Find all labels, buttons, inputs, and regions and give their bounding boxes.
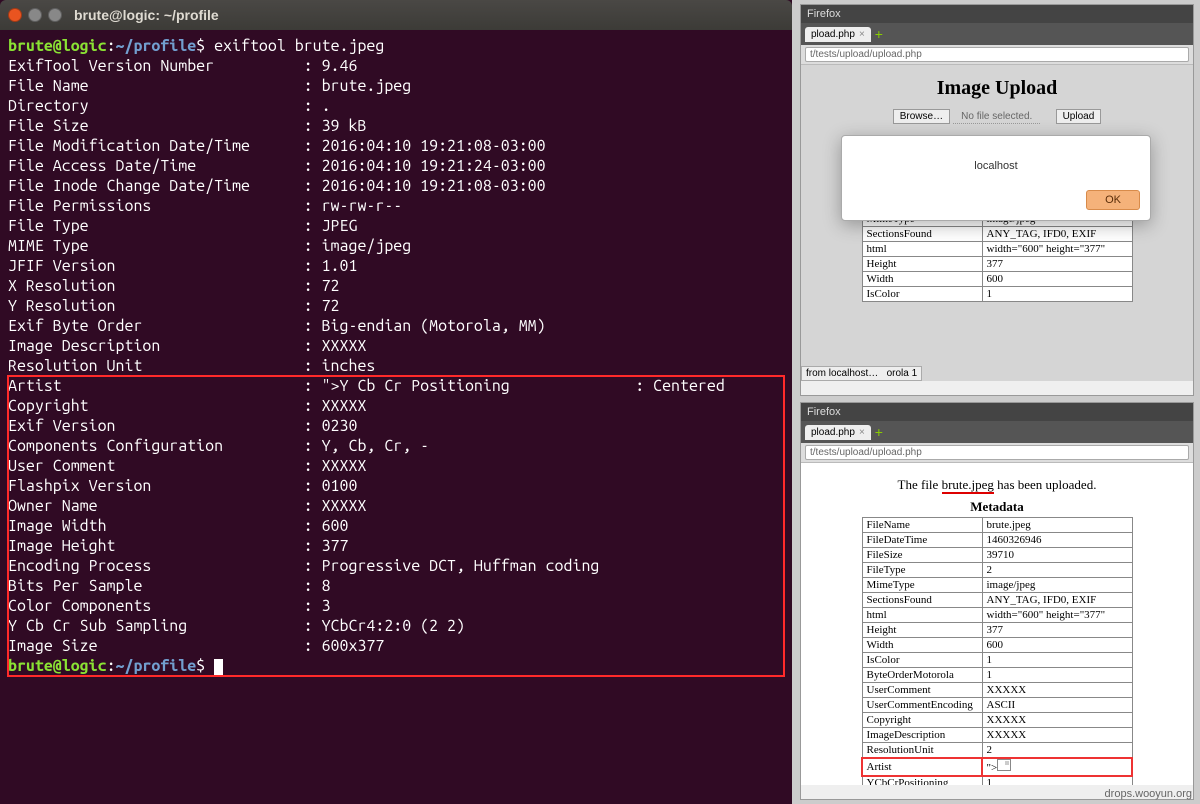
minimize-icon[interactable] (28, 8, 42, 22)
browser-tab[interactable]: pload.php × (805, 27, 871, 42)
table-row: UserCommentXXXXX (862, 683, 1132, 698)
terminal-titlebar: brute@logic: ~/profile (0, 0, 792, 30)
metadata-caption: Metadata (809, 499, 1185, 515)
browser-window-bottom: Firefox pload.php × + t/tests/upload/upl… (800, 402, 1194, 800)
url-input[interactable]: t/tests/upload/upload.php (805, 445, 1189, 460)
broken-image-icon (997, 759, 1011, 771)
page-title: Image Upload (809, 77, 1185, 100)
alert-ok-button[interactable]: OK (1086, 190, 1140, 210)
browser-content: The file brute.jpeg has been uploaded. M… (801, 463, 1193, 785)
table-row: MimeTypeimage/jpeg (862, 578, 1132, 593)
table-row: FileNamebrute.jpeg (862, 518, 1132, 533)
table-row: htmlwidth="600" height="377" (862, 242, 1132, 257)
file-status: No file selected. (953, 110, 1040, 124)
table-row: FileSize39710 (862, 548, 1132, 563)
alert-dialog: localhost OK (841, 135, 1151, 221)
table-row: CopyrightXXXXX (862, 713, 1132, 728)
table-row: IsColor1 (862, 653, 1132, 668)
tab-label: pload.php (811, 427, 855, 438)
maximize-icon[interactable] (48, 8, 62, 22)
browser-tabstrip: pload.php × + (801, 421, 1193, 443)
browser-titlebar: Firefox (801, 403, 1193, 421)
table-row: htmlwidth="600" height="377" (862, 608, 1132, 623)
upload-button[interactable]: Upload (1056, 109, 1102, 124)
table-row: Width600 (862, 272, 1132, 287)
terminal-body[interactable]: brute@logic:~/profile$ exiftool brute.jp… (0, 30, 792, 682)
watermark: drops.wooyun.org (1105, 788, 1192, 800)
tab-close-icon[interactable]: × (859, 29, 865, 40)
browser-titlebar: Firefox (801, 5, 1193, 23)
upload-controls: Browse… No file selected. Upload (809, 110, 1185, 122)
table-row: ResolutionUnit2 (862, 743, 1132, 758)
tab-close-icon[interactable]: × (859, 427, 865, 438)
table-row: Height377 (862, 623, 1132, 638)
terminal-title: brute@logic: ~/profile (74, 7, 219, 23)
table-row: Height377 (862, 257, 1132, 272)
uploaded-filename: brute.jpeg (942, 477, 994, 494)
table-row: YCbCrPositioning1 (862, 776, 1132, 786)
new-tab-icon[interactable]: + (875, 424, 883, 440)
browser-content: Image Upload Browse… No file selected. U… (801, 65, 1193, 381)
table-row: FileDateTime1460326946 (862, 533, 1132, 548)
table-row: FileType2 (862, 563, 1132, 578)
metadata-table: FileNamebrute.jpegFileDateTime1460326946… (862, 517, 1133, 785)
table-row: SectionsFoundANY_TAG, IFD0, EXIF (862, 593, 1132, 608)
browser-status: from localhost… orola 1 (801, 366, 922, 381)
tab-label: pload.php (811, 29, 855, 40)
terminal-window: brute@logic: ~/profile brute@logic:~/pro… (0, 0, 792, 804)
alert-message: localhost (842, 136, 1150, 184)
table-row: ByteOrderMotorola1 (862, 668, 1132, 683)
table-row: IsColor1 (862, 287, 1132, 302)
browser-urlbar: t/tests/upload/upload.php (801, 45, 1193, 65)
browser-tab[interactable]: pload.php × (805, 425, 871, 440)
url-input[interactable]: t/tests/upload/upload.php (805, 47, 1189, 62)
new-tab-icon[interactable]: + (875, 26, 883, 42)
browser-tabstrip: pload.php × + (801, 23, 1193, 45)
upload-success: The file brute.jpeg has been uploaded. (809, 477, 1185, 493)
table-row: ImageDescriptionXXXXX (862, 728, 1132, 743)
browser-urlbar: t/tests/upload/upload.php (801, 443, 1193, 463)
table-row: UserCommentEncodingASCII (862, 698, 1132, 713)
close-icon[interactable] (8, 8, 22, 22)
browser-window-top: Firefox pload.php × + t/tests/upload/upl… (800, 4, 1194, 396)
browse-button[interactable]: Browse… (893, 109, 950, 124)
table-row: Width600 (862, 638, 1132, 653)
table-row: Artist"> (862, 758, 1132, 776)
table-row: SectionsFoundANY_TAG, IFD0, EXIF (862, 227, 1132, 242)
